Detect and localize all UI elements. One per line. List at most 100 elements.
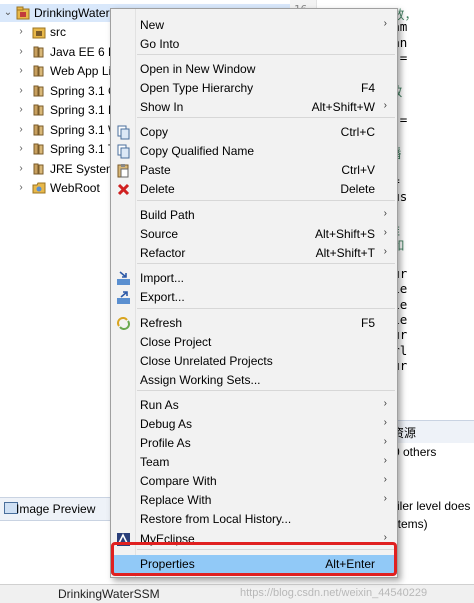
tree-item[interactable]: › JRE System Library xyxy=(0,160,156,178)
chevron-right-icon[interactable]: › xyxy=(16,43,26,61)
tree-item[interactable]: ›Spring 3.1 Persistence Libraries xyxy=(0,101,220,119)
export-icon xyxy=(117,291,130,304)
chevron-right-icon[interactable]: › xyxy=(16,23,26,41)
tree-item[interactable]: › Web App Libraries xyxy=(0,62,148,80)
menu-item-label: Show In xyxy=(140,100,184,114)
menu-item-replace-with[interactable]: Replace With › xyxy=(111,491,397,510)
menu-item-label: Delete xyxy=(140,182,175,196)
menu-item-compare-with[interactable]: Compare With › xyxy=(111,472,397,491)
image-preview-label: Image Preview xyxy=(16,502,96,516)
chevron-right-icon[interactable]: › xyxy=(16,160,26,178)
menu-item-shortcut: Alt+Shift+W xyxy=(311,100,375,114)
menu-item-label: Build Path xyxy=(140,208,195,222)
menu-item-shortcut: F4 xyxy=(360,81,375,95)
chevron-right-icon[interactable]: › xyxy=(16,101,26,119)
chevron-right-icon[interactable]: › xyxy=(16,82,26,100)
menu-item-source[interactable]: Source Alt+Shift+S › xyxy=(111,225,397,244)
menu-item-export[interactable]: Export... xyxy=(111,288,397,307)
menu-item-label: Debug As xyxy=(140,417,193,431)
library-icon xyxy=(33,163,44,174)
menu-item-label: Open Type Hierarchy xyxy=(140,81,254,95)
tab-image-preview[interactable]: Image Preview xyxy=(0,497,110,521)
chevron-down-icon[interactable]: ⌄ xyxy=(3,4,13,22)
menu-item-shortcut: Ctrl+V xyxy=(341,163,375,177)
menu-item-go-into[interactable]: Go Into xyxy=(111,35,397,54)
menu-item-open-in-new-window[interactable]: Open in New Window xyxy=(111,60,397,79)
menu-item-label: Open in New Window xyxy=(140,62,256,76)
folder-icon xyxy=(32,182,46,194)
menu-separator xyxy=(137,549,395,550)
menu-item-open-type-hierarchy[interactable]: Open Type Hierarchy F4 xyxy=(111,79,397,98)
menu-item-build-path[interactable]: Build Path › xyxy=(111,206,397,225)
menu-item-team[interactable]: Team › xyxy=(111,453,397,472)
menu-item-myeclipse[interactable]: MyEclipse › xyxy=(111,530,397,549)
menu-item-properties[interactable]: Properties Alt+Enter xyxy=(111,555,397,574)
menu-item-label: MyEclipse xyxy=(140,532,195,546)
submenu-arrow-icon: › xyxy=(383,18,387,29)
tree-item[interactable]: › Java EE 6 Libraries xyxy=(0,43,154,61)
menu-item-refresh[interactable]: Refresh F5 xyxy=(111,314,397,333)
menu-item-shortcut: Alt+Shift+T xyxy=(315,246,375,260)
submenu-arrow-icon: › xyxy=(383,227,387,238)
menu-item-label: Refresh xyxy=(140,316,183,330)
chevron-right-icon[interactable]: › xyxy=(16,179,26,197)
menu-item-label: Close Project xyxy=(140,335,212,349)
submenu-arrow-icon: › xyxy=(383,493,387,504)
submenu-arrow-icon: › xyxy=(383,246,387,257)
menu-item-copy[interactable]: Copy Ctrl+C xyxy=(111,123,397,142)
menu-item-label: Export... xyxy=(140,290,185,304)
menu-item-label: Compare With xyxy=(140,474,217,488)
library-icon xyxy=(33,104,44,116)
menu-item-paste[interactable]: Paste Ctrl+V xyxy=(111,161,397,180)
package-folder-icon xyxy=(32,27,46,39)
submenu-arrow-icon: › xyxy=(383,532,387,543)
menu-item-restore-from-local-history[interactable]: Restore from Local History... xyxy=(111,510,397,529)
status-project-name: DrinkingWaterSSM xyxy=(58,587,160,601)
submenu-arrow-icon: › xyxy=(383,208,387,219)
panel-text-others: 0 others xyxy=(393,445,437,459)
submenu-arrow-icon: › xyxy=(383,474,387,485)
menu-item-label: Close Unrelated Projects xyxy=(140,354,273,368)
menu-item-label: Paste xyxy=(140,163,171,177)
menu-item-label: Assign Working Sets... xyxy=(140,373,261,387)
menu-item-new[interactable]: New › xyxy=(111,16,397,35)
menu-item-label: Go Into xyxy=(140,37,180,51)
copy-icon xyxy=(117,125,130,140)
tree-item[interactable]: ›Spring 3.1 Web Libraries xyxy=(0,121,182,139)
menu-item-profile-as[interactable]: Profile As › xyxy=(111,434,397,453)
menu-item-label: Profile As xyxy=(140,436,191,450)
library-icon xyxy=(33,65,44,77)
menu-item-import[interactable]: Import... xyxy=(111,269,397,288)
status-bar: DrinkingWaterSSM https://blog.csdn.net/w… xyxy=(0,584,474,603)
menu-separator xyxy=(137,263,395,264)
chevron-right-icon[interactable]: › xyxy=(16,140,26,158)
tree-item[interactable]: › src xyxy=(0,23,110,41)
menu-item-shortcut: F5 xyxy=(360,316,375,330)
menu-item-close-unrelated-projects[interactable]: Close Unrelated Projects xyxy=(111,352,397,371)
menu-item-run-as[interactable]: Run As › xyxy=(111,396,397,415)
tree-item-label: src xyxy=(50,25,66,39)
tree-item[interactable]: ›Spring 3.1 Core Libraries xyxy=(0,82,183,100)
menu-item-assign-working-sets[interactable]: Assign Working Sets... xyxy=(111,371,397,390)
menu-item-refactor[interactable]: Refactor Alt+Shift+T › xyxy=(111,244,397,263)
tree-item[interactable]: ›Spring 3.1 Testing Libraries xyxy=(0,140,195,158)
menu-item-label: Refactor xyxy=(140,246,186,260)
submenu-arrow-icon: › xyxy=(383,398,387,409)
menu-item-label: Team xyxy=(140,455,170,469)
menu-item-close-project[interactable]: Close Project xyxy=(111,333,397,352)
tree-item-label: WebRoot xyxy=(50,181,100,195)
submenu-arrow-icon: › xyxy=(383,417,387,428)
menu-item-copy-qualified-name[interactable]: Copy Qualified Name xyxy=(111,142,397,161)
menu-item-label: Properties xyxy=(140,557,195,571)
menu-item-delete[interactable]: Delete Delete xyxy=(111,180,397,199)
chevron-right-icon[interactable]: › xyxy=(16,62,26,80)
tree-item[interactable]: › WebRoot xyxy=(0,179,110,197)
menu-separator xyxy=(137,308,395,309)
delete-icon xyxy=(117,183,130,196)
menu-item-shortcut: Delete xyxy=(340,182,375,196)
refresh-icon xyxy=(117,317,130,330)
chevron-right-icon[interactable]: › xyxy=(16,121,26,139)
menu-item-debug-as[interactable]: Debug As › xyxy=(111,415,397,434)
menu-item-show-in[interactable]: Show In Alt+Shift+W › xyxy=(111,98,397,117)
menu-item-label: Restore from Local History... xyxy=(140,512,292,526)
